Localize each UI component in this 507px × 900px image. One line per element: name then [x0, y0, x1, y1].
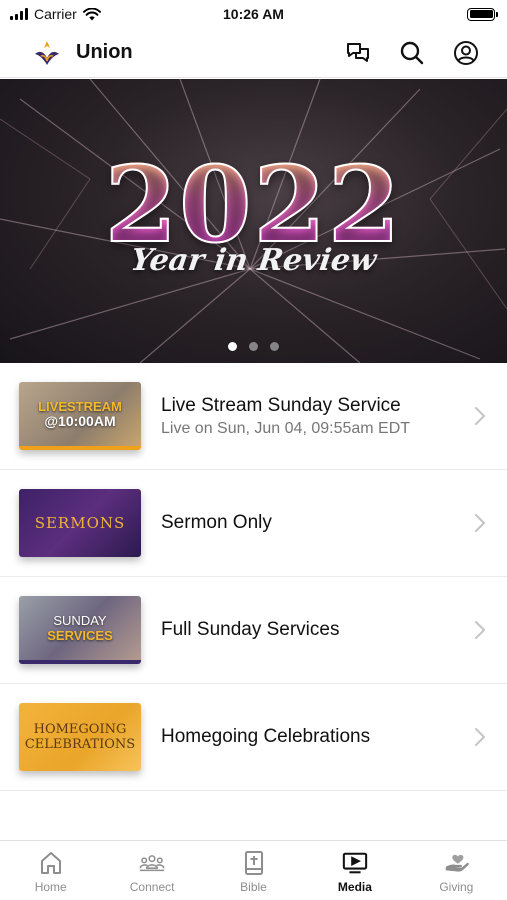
tab-giving[interactable]: Giving	[406, 841, 507, 900]
app-title: Union	[76, 41, 133, 63]
tv-play-icon	[342, 852, 368, 874]
people-icon	[139, 855, 165, 872]
thumb-text: HOMEGOING	[33, 722, 127, 737]
media-row-homegoing-celebrations[interactable]: HOMEGOING CELEBRATIONS Homegoing Celebra…	[0, 684, 507, 791]
wifi-icon	[82, 7, 101, 20]
thumb-text: SERVICES	[47, 628, 113, 643]
media-row-full-sunday-services[interactable]: SUNDAY SERVICES Full Sunday Services	[0, 577, 507, 684]
thumb-text: LIVESTREAM	[38, 399, 122, 414]
tab-home[interactable]: Home	[0, 841, 101, 900]
chevron-right-icon	[475, 621, 485, 639]
tab-label: Home	[34, 880, 67, 894]
row-title: Live Stream Sunday Service	[161, 394, 401, 416]
thumbnail-live-stream: LIVESTREAM @10:00AM	[19, 382, 141, 450]
thumb-text: SUNDAY	[53, 613, 107, 628]
signal-icon	[10, 8, 28, 20]
battery-icon	[467, 7, 498, 21]
tab-bible[interactable]: Bible	[203, 841, 304, 900]
row-title: Full Sunday Services	[161, 619, 340, 640]
row-title: Sermon Only	[161, 512, 272, 533]
row-subtitle: Live on Sun, Jun 04, 09:55am EDT	[161, 419, 411, 437]
thumb-text: @10:00AM	[44, 413, 116, 429]
giving-hand-icon	[446, 854, 470, 872]
thumbnail-sermons: SERMONS	[19, 489, 141, 557]
tab-bar: Home Connect Bible Media Giving	[0, 840, 507, 900]
media-row-live-stream[interactable]: LIVESTREAM @10:00AM Live Stream Sunday S…	[0, 363, 507, 470]
app-header: Union	[0, 28, 507, 78]
carrier-label: Carrier	[34, 6, 77, 22]
thumb-text: CELEBRATIONS	[24, 737, 136, 752]
media-row-sermon-only[interactable]: SERMONS Sermon Only	[0, 470, 507, 577]
header-actions	[345, 40, 479, 66]
carousel-dot[interactable]	[249, 342, 258, 351]
chevron-right-icon	[475, 407, 485, 425]
profile-icon[interactable]	[453, 40, 479, 66]
status-time: 10:26 AM	[223, 6, 284, 22]
chevron-right-icon	[475, 514, 485, 532]
status-bar: Carrier 10:26 AM	[0, 0, 507, 28]
tab-label: Connect	[129, 880, 175, 894]
tab-label: Giving	[439, 880, 474, 894]
carousel-dot[interactable]	[270, 342, 279, 351]
bible-icon	[244, 851, 263, 875]
thumbnail-homegoing: HOMEGOING CELEBRATIONS	[19, 703, 141, 771]
status-left: Carrier	[10, 6, 101, 22]
search-icon[interactable]	[399, 40, 425, 66]
row-title: Homegoing Celebrations	[161, 726, 371, 747]
church-logo-icon	[35, 40, 59, 65]
home-icon	[40, 852, 61, 874]
tab-media[interactable]: Media	[304, 841, 405, 900]
carousel-dots	[0, 342, 507, 351]
hero-banner[interactable]: 2022 Year in Review	[0, 79, 507, 363]
tab-connect[interactable]: Connect	[101, 841, 202, 900]
chat-icon[interactable]	[345, 40, 371, 66]
thumbnail-sunday-services: SUNDAY SERVICES	[19, 596, 141, 664]
tab-label: Bible	[240, 880, 267, 894]
carousel-dot[interactable]	[228, 342, 237, 351]
media-list: LIVESTREAM @10:00AM Live Stream Sunday S…	[0, 363, 507, 791]
thumb-text: SERMONS	[34, 513, 126, 532]
hero-subtitle: Year in Review	[128, 243, 379, 278]
chevron-right-icon	[475, 728, 485, 746]
tab-label: Media	[337, 880, 372, 894]
